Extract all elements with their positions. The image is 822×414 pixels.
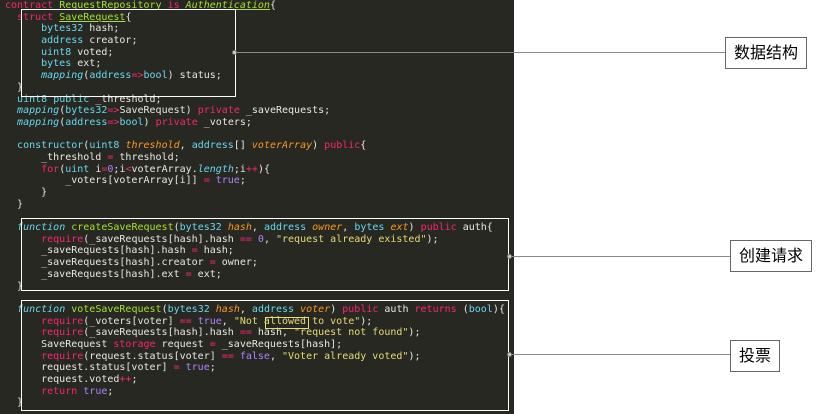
code-line: mapping(address=>bool) private _voters; xyxy=(5,117,505,129)
code-token: ; xyxy=(239,175,246,187)
code-token: constructor xyxy=(17,140,84,152)
code-token: _saveRequests; xyxy=(239,105,331,117)
code-token: } xyxy=(5,198,24,210)
connector-line-vote xyxy=(509,354,730,355)
connector-line-data-structure xyxy=(234,52,725,53)
struct-highlight-box xyxy=(21,9,236,97)
code-token: mapping xyxy=(17,116,60,128)
code-token: ;i xyxy=(113,163,126,175)
code-token: _voters; xyxy=(197,116,252,128)
code-token: SaveRequest) xyxy=(119,105,198,117)
code-token: address xyxy=(65,116,108,128)
word-highlight xyxy=(265,317,309,329)
code-token: ){ xyxy=(257,163,270,175)
code-editor[interactable]: contract RequestRepository is Authentica… xyxy=(0,0,514,414)
code-token: [] xyxy=(233,140,252,152)
code-token: ++ xyxy=(245,163,258,175)
code-token: => xyxy=(107,116,120,128)
code-token: i xyxy=(89,163,102,175)
code-token: public xyxy=(324,140,361,152)
code-line: mapping(bytes32=>SaveRequest) private _s… xyxy=(5,105,505,117)
code-token: } xyxy=(5,187,48,198)
code-token: , xyxy=(179,140,192,152)
code-token: threshold; xyxy=(113,151,180,163)
code-line: _voters[voterArray[i]] = true; xyxy=(5,175,505,187)
code-token: ) xyxy=(143,116,156,128)
code-line: } xyxy=(5,187,505,199)
code-line: constructor(uint8 threshold, address[] v… xyxy=(5,140,505,152)
label-create-request: 创建请求 xyxy=(730,240,813,272)
label-data-structure: 数据结构 xyxy=(725,37,808,69)
code-token: threshold xyxy=(125,140,180,152)
code-token: { xyxy=(360,140,367,152)
connector-dot-vote xyxy=(507,352,512,357)
code-token: address xyxy=(191,140,234,152)
code-token: voterArray xyxy=(251,140,313,152)
code-token: mapping xyxy=(17,105,60,117)
code-token: bytes32 xyxy=(65,105,108,117)
code-token: true xyxy=(215,175,240,187)
code-token: ) xyxy=(312,140,325,152)
code-token: private xyxy=(197,105,240,117)
code-line: } xyxy=(5,199,505,211)
code-token: uint xyxy=(65,163,90,175)
code-token: ;i xyxy=(233,163,246,175)
label-vote: 投票 xyxy=(730,340,781,372)
code-token: bool xyxy=(119,116,144,128)
code-line: for(uint i=0;i<voterArray.length;i++){ xyxy=(5,164,505,176)
create-function-highlight-box xyxy=(21,218,509,291)
code-token: _voters[voterArray[i]] xyxy=(5,175,204,187)
code-token: for xyxy=(41,163,60,175)
code-token: private xyxy=(155,116,198,128)
code-token: length xyxy=(197,163,234,175)
connector-dot-create-request xyxy=(507,254,512,259)
code-line: _threshold = threshold; xyxy=(5,152,505,164)
code-token: => xyxy=(107,105,120,117)
code-token: voterArray. xyxy=(131,163,198,175)
code-token: { xyxy=(269,0,276,11)
code-token: uint8 xyxy=(89,140,120,152)
code-token: _threshold xyxy=(5,151,108,163)
connector-line-create-request xyxy=(509,256,730,257)
connector-dot-data-structure xyxy=(232,50,237,55)
